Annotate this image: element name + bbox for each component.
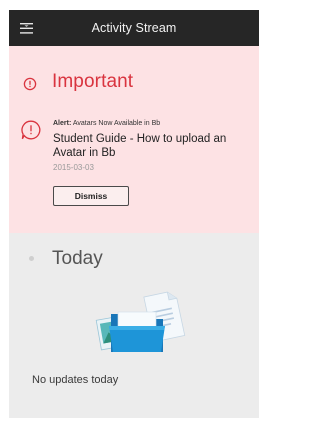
today-section: Today No updates today [9, 233, 259, 418]
alert-date: 2015-03-03 [53, 163, 94, 172]
activity-stream-screen: Activity Stream Important Alert: Avatars… [9, 10, 259, 418]
important-heading: Important [52, 71, 134, 92]
alert-subtitle: Avatars Now Available in Bb [72, 120, 161, 127]
alert-circle-icon [21, 120, 41, 140]
today-dot-icon [29, 256, 34, 261]
important-section: Important Alert: Avatars Now Available i… [9, 46, 259, 233]
top-bar: Activity Stream [9, 10, 259, 46]
dismiss-button[interactable]: Dismiss [53, 186, 129, 206]
empty-state-text: No updates today [32, 374, 119, 386]
page-title: Activity Stream [91, 21, 177, 35]
alert-title[interactable]: Student Guide - How to upload an Avatar … [53, 132, 253, 160]
alert-prefix: Alert: [53, 120, 72, 127]
today-heading: Today [52, 248, 103, 269]
exclamation-circle-icon [23, 77, 37, 91]
folder-documents-illustration [95, 291, 186, 352]
alert-label: Alert: Avatars Now Available in Bb [53, 120, 160, 127]
